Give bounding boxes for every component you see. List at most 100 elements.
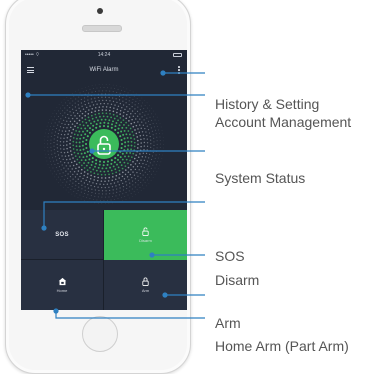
status-halo-dot — [112, 100, 115, 103]
status-halo-dot — [87, 116, 90, 119]
status-halo-dot — [53, 145, 55, 147]
status-halo-dot — [117, 127, 120, 130]
status-halo-dot — [66, 181, 68, 183]
status-halo-dot — [152, 170, 154, 172]
status-halo-dot — [119, 135, 122, 138]
status-halo-dot — [63, 152, 66, 154]
status-halo-dot — [156, 147, 158, 149]
status-halo-dot — [77, 197, 79, 199]
status-halo-dot — [137, 192, 139, 194]
status-halo-dot — [87, 173, 89, 175]
status-halo-dot — [140, 166, 142, 168]
status-halo-dot — [91, 91, 93, 93]
status-halo-dot — [84, 87, 86, 88]
status-halo-dot — [67, 113, 69, 116]
status-halo-dot — [156, 122, 157, 124]
status-halo-dot — [101, 112, 104, 115]
status-halo-dot — [160, 126, 162, 128]
status-halo-dot — [121, 152, 124, 155]
status-halo-dot — [114, 104, 116, 106]
status-halo-dot — [74, 102, 76, 104]
status-halo-dot — [151, 158, 153, 161]
status-halo-dot — [149, 105, 150, 106]
home-arm-button[interactable]: Home — [21, 260, 104, 310]
status-halo-dot — [87, 96, 89, 98]
status-halo-dot — [106, 125, 110, 128]
status-halo-dot — [138, 162, 141, 165]
status-halo-dot — [81, 188, 83, 190]
status-halo-dot — [112, 189, 114, 191]
status-halo-dot — [93, 172, 96, 175]
status-halo-dot — [133, 141, 136, 144]
status-halo-dot — [97, 202, 99, 204]
status-halo-dot — [121, 89, 122, 91]
status-halo-dot — [102, 99, 104, 102]
status-halo-dot — [110, 159, 113, 162]
status-halo-dot — [66, 140, 68, 143]
status-halo-dot — [159, 143, 161, 145]
status-halo-dot — [72, 164, 75, 167]
status-halo-dot — [159, 136, 161, 138]
status-halo-dot — [53, 176, 55, 178]
status-halo-dot — [107, 87, 109, 89]
status-halo-dot — [53, 142, 55, 144]
disarm-button[interactable]: Disarm — [104, 210, 187, 260]
status-halo-dot — [45, 132, 46, 134]
status-halo-dot — [72, 157, 74, 159]
status-halo-dot — [58, 129, 60, 131]
status-halo-dot — [68, 183, 70, 185]
app-navbar: WiFi Alarm — [21, 62, 187, 80]
status-halo-dot — [73, 133, 76, 136]
status-halo-dot — [102, 90, 104, 92]
status-halo-dot — [120, 197, 122, 199]
status-halo-dot — [86, 169, 89, 171]
status-halo-dot — [104, 180, 106, 182]
status-halo-dot — [94, 195, 96, 197]
status-halo-dot — [51, 164, 52, 166]
status-halo-dot — [87, 194, 89, 196]
sos-button[interactable]: SOS — [21, 210, 104, 260]
arm-button[interactable]: Arm — [104, 260, 187, 310]
status-halo-dot — [91, 157, 94, 160]
status-halo-dot — [117, 105, 120, 107]
system-status-indicator[interactable] — [21, 80, 187, 210]
status-halo-dot — [88, 131, 91, 134]
house-lock-icon — [58, 277, 66, 286]
status-halo-dot — [116, 101, 118, 104]
status-halo-dot — [153, 141, 155, 143]
status-halo-dot — [132, 152, 135, 155]
status-halo-dot — [144, 99, 145, 101]
status-halo-dot — [153, 148, 155, 150]
more-icon[interactable] — [178, 66, 180, 75]
status-halo-dot — [75, 167, 77, 170]
status-halo-dot — [133, 149, 136, 151]
home-hardware-button[interactable] — [82, 316, 118, 352]
status-halo-dot — [57, 150, 59, 153]
status-halo-dot — [50, 146, 52, 148]
status-halo-dot — [61, 155, 63, 157]
status-halo-dot — [125, 121, 127, 124]
status-halo-dot — [159, 140, 161, 141]
status-halo-dot — [132, 184, 134, 186]
status-halo-dot — [75, 180, 77, 182]
status-halo-dot — [122, 193, 124, 195]
status-halo-dot — [80, 152, 83, 155]
status-halo-dot — [154, 167, 156, 169]
status-halo-dot — [126, 113, 128, 116]
status-halo-dot — [146, 149, 148, 151]
status-halo-dot — [67, 186, 69, 188]
status-halo-dot — [70, 97, 72, 99]
status-halo-dot — [84, 142, 88, 146]
status-halo-dot — [71, 117, 74, 120]
status-halo-dot — [72, 140, 75, 143]
status-halo-dot — [127, 92, 129, 94]
status-halo-dot — [106, 160, 110, 163]
status-halo-dot — [129, 152, 132, 154]
status-halo-dot — [115, 178, 117, 181]
status-halo-dot — [110, 87, 112, 89]
status-halo-dot — [69, 150, 72, 152]
status-halo-dot — [95, 159, 98, 162]
status-halo-dot — [116, 115, 118, 117]
status-halo-dot — [119, 190, 121, 192]
status-halo-dot — [142, 111, 144, 113]
